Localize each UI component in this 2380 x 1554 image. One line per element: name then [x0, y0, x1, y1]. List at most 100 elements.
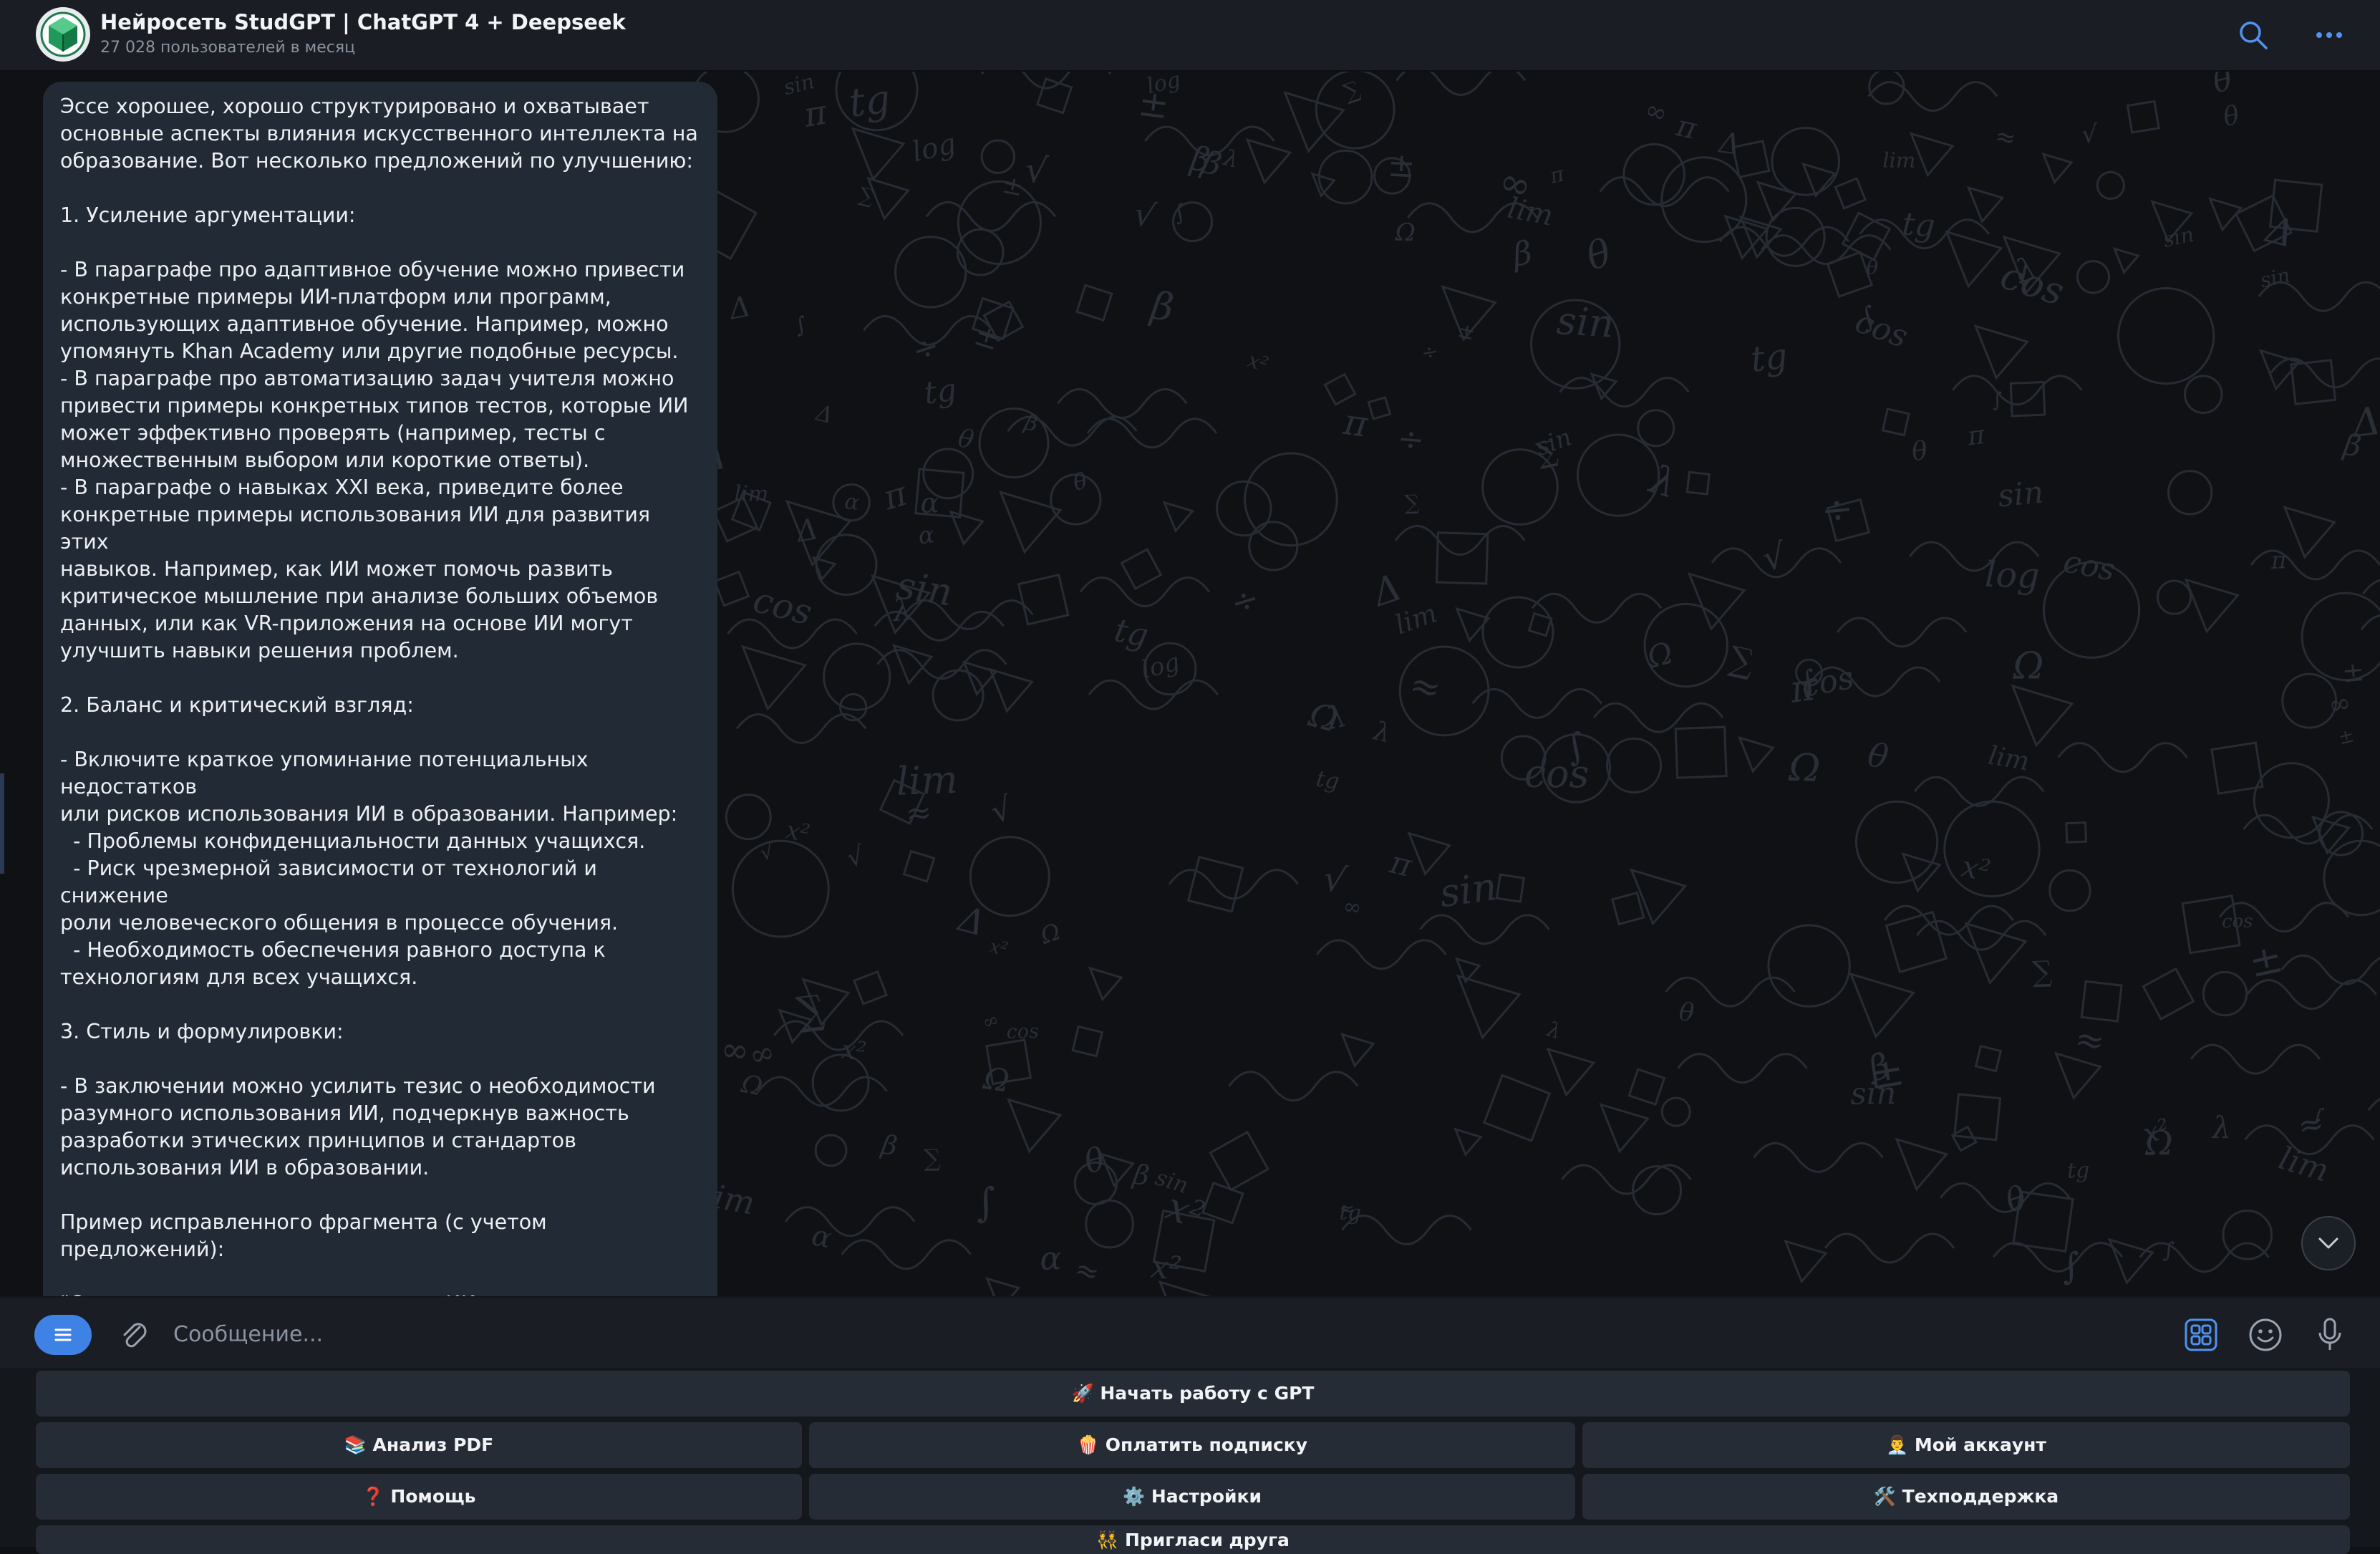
message-input[interactable] [172, 1313, 2165, 1355]
background-doodle [2167, 470, 2213, 516]
background-doodle [1162, 501, 1195, 534]
bot-commands-button[interactable] [2181, 1315, 2221, 1355]
background-glyph: ÷ [1819, 486, 1856, 534]
background-doodle [1868, 70, 1905, 105]
background-doodle [2190, 1043, 2321, 1075]
background-glyph: tg [2067, 1158, 2090, 1184]
scroll-to-bottom-button[interactable] [2301, 1216, 2356, 1270]
background-glyph: ÷ [1396, 419, 1426, 459]
search-button[interactable] [2235, 17, 2271, 53]
background-glyph: Δ [953, 898, 990, 945]
message-composer [0, 1296, 2380, 1369]
background-glyph: ∞ [1342, 893, 1363, 921]
invite-friend-button[interactable]: 👯 Пригласи друга [36, 1525, 2350, 1554]
background-doodle [1007, 1098, 1063, 1154]
voice-button[interactable] [2310, 1315, 2350, 1355]
background-glyph: lim [1986, 741, 2031, 777]
bot-menu-button[interactable] [34, 1315, 92, 1355]
background-glyph: log [1984, 554, 2040, 596]
background-glyph: cos [1996, 254, 2069, 314]
background-glyph: θ [1864, 735, 1891, 777]
background-doodle [962, 660, 998, 697]
background-doodle [2290, 359, 2337, 405]
support-button[interactable]: 🛠️ Техподдержка [1582, 1474, 2350, 1520]
background-doodle [985, 1277, 1021, 1296]
background-doodle [2107, 1237, 2155, 1285]
background-doodle [1071, 1025, 1104, 1058]
message-text: Эссе хорошее, хорошо структурировано и о… [60, 95, 698, 1296]
background-doodle [957, 180, 1042, 266]
help-button[interactable]: ❓ Помощь [36, 1474, 802, 1520]
background-glyph: Δ [725, 290, 753, 327]
background-glyph: x² [840, 1036, 867, 1067]
background-glyph: Ω [2012, 645, 2044, 688]
background-glyph: θ [1910, 436, 1930, 468]
background-glyph: tg [922, 372, 959, 412]
start-gpt-button[interactable]: 🚀 Начать работу с GPT [36, 1371, 2350, 1417]
background-glyph: ∫ [2060, 1245, 2082, 1288]
background-glyph: ≈ [1070, 1252, 1103, 1290]
background-glyph: π [1673, 108, 1701, 146]
background-doodle [725, 793, 772, 841]
background-doodle [2361, 579, 2380, 595]
background-doodle [1599, 1103, 1650, 1154]
background-glyph: ∑ [924, 1144, 941, 1172]
background-doodle [1913, 776, 2045, 807]
background-doodle [1606, 737, 1663, 793]
background-glyph: sin [1437, 864, 1500, 916]
background-doodle [956, 228, 1005, 276]
background-doodle [1216, 480, 1272, 537]
background-doodle [1407, 831, 1452, 877]
background-glyph: x² [1959, 849, 1993, 889]
background-glyph: cos [1006, 1020, 1039, 1043]
background-glyph: cos [2061, 544, 2118, 588]
pdf-analysis-button[interactable]: 📚 Анализ PDF [36, 1422, 802, 1468]
background-glyph: θ [2209, 70, 2235, 100]
background-doodle [1209, 1130, 1269, 1192]
background-glyph: cos [1524, 751, 1590, 797]
emoji-button[interactable] [2245, 1315, 2285, 1355]
more-options-button[interactable] [2311, 17, 2347, 53]
background-glyph: cos [749, 579, 816, 634]
background-doodle [1660, 1096, 1691, 1127]
background-glyph: α [1040, 1239, 1062, 1278]
background-glyph: sin [1996, 474, 2045, 514]
background-doodle [2184, 578, 2240, 634]
background-glyph: λ [1370, 716, 1394, 749]
background-doodle [1801, 162, 1837, 198]
pay-subscription-button[interactable]: 🍿 Оплатить подписку [809, 1422, 1575, 1468]
background-glyph: sin [1555, 298, 1615, 347]
settings-button[interactable]: ⚙️ Настройки [809, 1474, 1575, 1520]
background-glyph: Ω [1643, 635, 1676, 676]
background-glyph: ∑ [1404, 490, 1420, 515]
background-doodle [1756, 180, 1798, 223]
background-doodle [1561, 1164, 1692, 1195]
avatar[interactable] [36, 7, 90, 62]
background-doodle [1952, 375, 2083, 406]
background-doodle [1419, 914, 1550, 945]
background-doodle [925, 201, 1057, 232]
attach-button[interactable] [115, 1315, 155, 1355]
background-glyph: λ [2211, 1110, 2232, 1145]
background-doodle [1974, 1044, 2003, 1073]
background-doodle [1576, 433, 1660, 517]
background-glyph: β [1509, 233, 1534, 274]
sidebar-edge [0, 773, 4, 874]
background-glyph: tg [1111, 611, 1151, 655]
incoming-message-bubble[interactable]: Эссе хорошее, хорошо структурировано и о… [43, 82, 717, 1296]
background-glyph: sin [2258, 263, 2292, 292]
background-glyph: √ [1023, 149, 1050, 192]
chat-title[interactable]: Нейросеть StudGPT | ChatGPT 4 + Deepseek [100, 10, 626, 34]
background-glyph: ≈ [1405, 663, 1445, 712]
background-doodle [1088, 966, 1123, 1002]
background-doodle [851, 127, 906, 182]
background-glyph: ∫ [974, 1179, 997, 1226]
background-doodle [1340, 1033, 1375, 1068]
background-glyph: β [878, 1129, 899, 1162]
bot-logo-icon [40, 11, 86, 57]
my-account-button[interactable]: 👨‍💼 Мой аккаунт [1582, 1422, 2350, 1468]
chat-header: Нейросеть StudGPT | ChatGPT 4 + Deepseek… [0, 0, 2380, 72]
background-doodle [2117, 286, 2215, 385]
background-glyph: tg [1748, 336, 1789, 380]
bot-commands-icon [2185, 1318, 2217, 1351]
